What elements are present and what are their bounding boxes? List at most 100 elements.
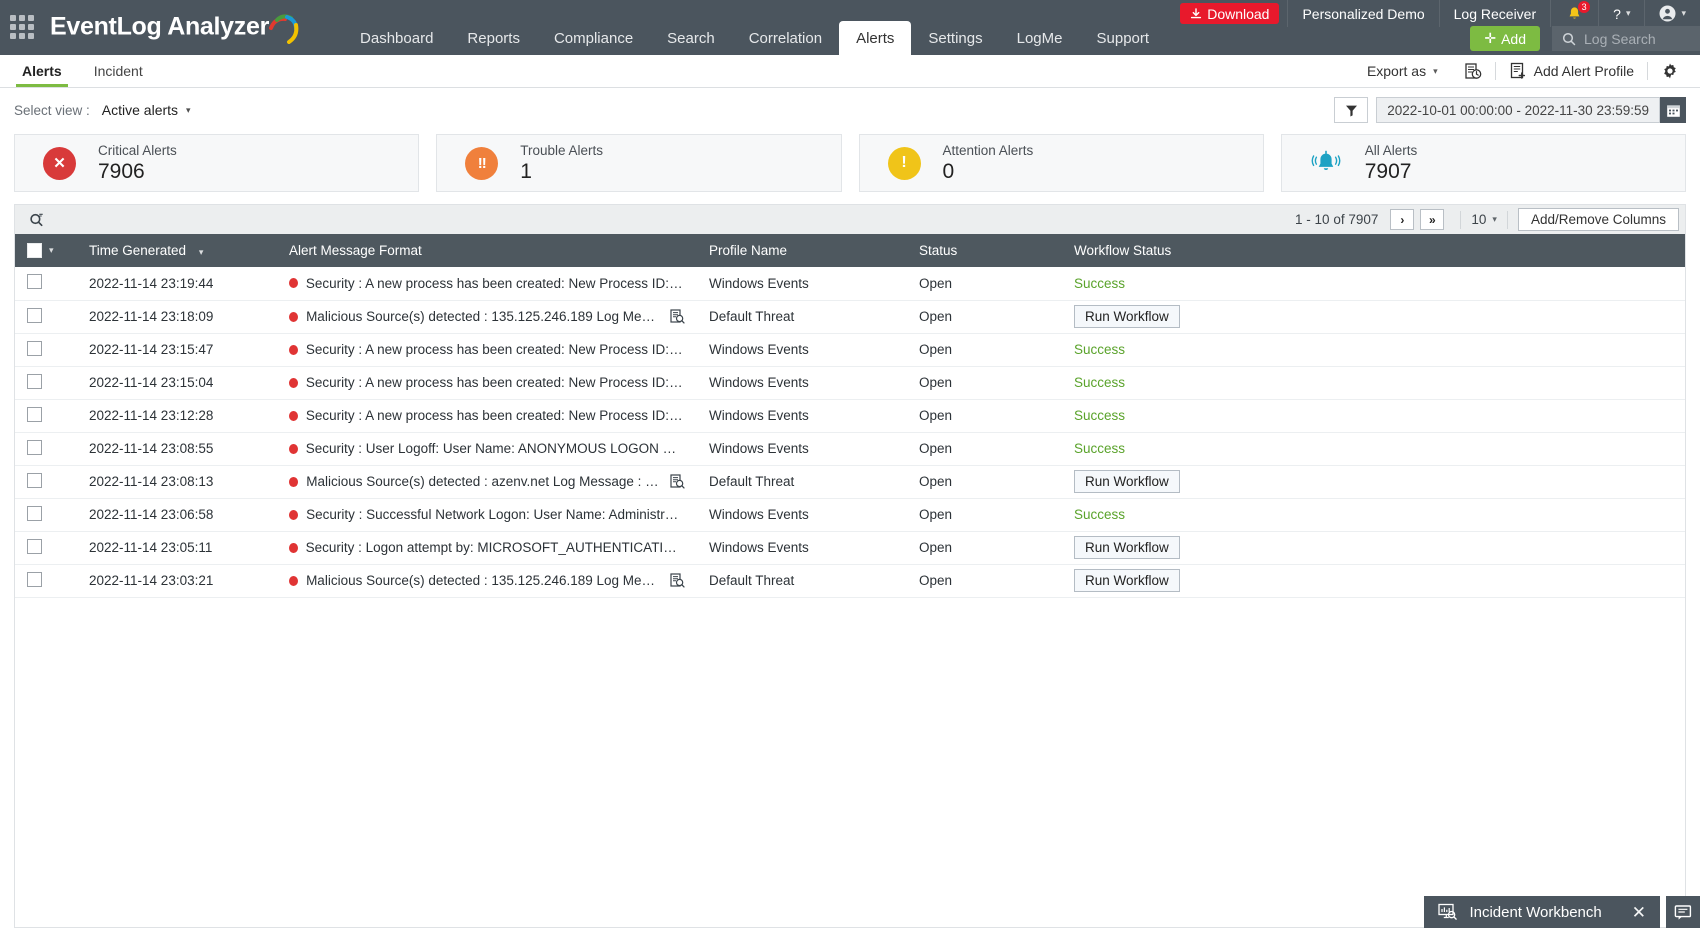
nav-item-reports[interactable]: Reports [450,21,537,55]
run-workflow-button[interactable]: Run Workflow [1074,305,1180,328]
export-as-button[interactable]: Export as ▾ [1354,60,1451,82]
row-checkbox[interactable] [27,340,42,356]
log-receiver-link[interactable]: Log Receiver [1438,0,1551,27]
header-time-generated[interactable]: Time Generated ▾ [77,234,277,267]
sort-descending-icon[interactable]: ▾ [199,247,204,257]
account-menu[interactable]: ▾ [1644,0,1700,27]
row-select-cell[interactable] [15,465,77,499]
table-row[interactable]: 2022-11-14 23:12:28 Security : A new proc… [15,399,1685,433]
select-view-dropdown[interactable]: Active alerts ▾ [102,102,191,118]
cell-alert-message[interactable]: Security : A new process has been create… [277,333,697,367]
log-search-box[interactable]: Log Search [1552,26,1700,51]
cell-alert-message[interactable]: Malicious Source(s) detected : azenv.net… [277,465,697,499]
run-workflow-button[interactable]: Run Workflow [1074,569,1180,592]
row-select-cell[interactable] [15,333,77,367]
table-row[interactable]: 2022-11-14 23:08:13 Malicious Source(s) d… [15,465,1685,499]
row-select-cell[interactable] [15,564,77,598]
row-checkbox[interactable] [27,538,42,554]
row-select-cell[interactable] [15,498,77,532]
schedule-report-button[interactable] [1451,60,1495,82]
last-page-button[interactable]: » [1420,209,1445,230]
cell-workflow-status[interactable]: Run Workflow [1062,300,1685,334]
card-attention-alerts[interactable]: ! Attention Alerts 0 [858,134,1264,192]
add-button[interactable]: ✛ Add [1470,26,1540,51]
nav-item-search[interactable]: Search [650,21,732,55]
nav-item-logme[interactable]: LogMe [1000,21,1080,55]
row-select-cell[interactable] [15,432,77,466]
cell-workflow-status[interactable]: Run Workflow [1062,531,1685,565]
cell-workflow-status[interactable]: Run Workflow [1062,465,1685,499]
select-all-group[interactable]: ▾ [27,243,65,258]
header-profile-name[interactable]: Profile Name [697,234,907,267]
nav-item-dashboard[interactable]: Dashboard [343,21,450,55]
header-alert-message-format[interactable]: Alert Message Format [277,234,697,267]
cell-alert-message[interactable]: Malicious Source(s) detected : 135.125.2… [277,300,697,334]
nav-item-settings[interactable]: Settings [911,21,999,55]
table-row[interactable]: 2022-11-14 23:19:44 Security : A new proc… [15,267,1685,301]
add-alert-profile-button[interactable]: Add Alert Profile [1496,60,1647,82]
settings-gear-button[interactable] [1648,60,1692,82]
card-critical-alerts[interactable]: ✕ Critical Alerts 7906 [14,134,420,192]
notifications-button[interactable]: 3 [1550,0,1598,27]
row-checkbox[interactable] [27,439,42,455]
select-all-checkbox[interactable] [27,243,42,258]
card-all-alerts[interactable]: All Alerts 7907 [1280,134,1686,192]
row-select-cell[interactable] [15,267,77,301]
row-select-cell[interactable] [15,531,77,565]
table-search-icon[interactable] [21,212,53,228]
cell-alert-message[interactable]: Security : User Logoff: User Name: ANONY… [277,432,697,466]
cell-alert-message[interactable]: Security : A new process has been create… [277,267,697,301]
view-log-message-icon[interactable] [670,309,685,324]
filter-button[interactable] [1334,97,1369,123]
card-trouble-alerts[interactable]: !! Trouble Alerts 1 [436,134,842,192]
nav-item-correlation[interactable]: Correlation [732,21,839,55]
chevron-down-icon[interactable]: ▾ [49,245,54,256]
cell-alert-message[interactable]: Security : Logon attempt by: MICROSOFT_A… [277,531,697,565]
run-workflow-button[interactable]: Run Workflow [1074,470,1180,493]
page-size-dropdown[interactable]: 10 ▾ [1471,212,1497,227]
close-icon[interactable]: ✕ [1614,904,1646,921]
chat-button[interactable] [1666,896,1700,928]
download-button[interactable]: Download [1180,3,1280,24]
table-row[interactable]: 2022-11-14 23:15:47 Security : A new proc… [15,333,1685,367]
cell-alert-message[interactable]: Security : Successful Network Logon: Use… [277,498,697,532]
next-page-button[interactable]: › [1390,209,1415,230]
apps-grid-icon[interactable] [10,14,36,41]
table-row[interactable]: 2022-11-14 23:18:09 Malicious Source(s) d… [15,300,1685,334]
row-checkbox[interactable] [27,274,42,290]
row-checkbox[interactable] [27,505,42,521]
date-range-input[interactable]: 2022-10-01 00:00:00 - 2022-11-30 23:59:5… [1376,97,1660,123]
cell-workflow-status[interactable]: Run Workflow [1062,564,1685,598]
row-checkbox[interactable] [27,373,42,389]
table-row[interactable]: 2022-11-14 23:05:11 Security : Logon atte… [15,531,1685,565]
table-row[interactable]: 2022-11-14 23:03:21 Malicious Source(s) d… [15,564,1685,598]
cell-alert-message[interactable]: Malicious Source(s) detected : 135.125.2… [277,564,697,598]
personalized-demo-link[interactable]: Personalized Demo [1287,0,1438,27]
help-menu[interactable]: ? ▾ [1598,0,1644,27]
header-select-all[interactable]: ▾ [15,234,77,267]
table-row[interactable]: 2022-11-14 23:06:58 Security : Successful… [15,498,1685,532]
row-checkbox[interactable] [27,571,42,587]
nav-item-alerts[interactable]: Alerts [839,21,912,55]
row-checkbox[interactable] [27,406,42,422]
view-log-message-icon[interactable] [670,573,685,588]
row-checkbox[interactable] [27,307,42,323]
run-workflow-button[interactable]: Run Workflow [1074,536,1180,559]
calendar-picker-button[interactable] [1660,97,1686,123]
table-row[interactable]: 2022-11-14 23:15:04 Security : A new proc… [15,366,1685,400]
incident-workbench-panel[interactable]: Incident Workbench ✕ [1424,896,1660,928]
row-select-cell[interactable] [15,399,77,433]
row-select-cell[interactable] [15,300,77,334]
tab-alerts[interactable]: Alerts [6,55,78,87]
header-status[interactable]: Status [907,234,1062,267]
table-row[interactable]: 2022-11-14 23:08:55 Security : User Logof… [15,432,1685,466]
header-workflow-status[interactable]: Workflow Status [1062,234,1685,267]
nav-item-compliance[interactable]: Compliance [537,21,650,55]
row-checkbox[interactable] [27,472,42,488]
tab-incident[interactable]: Incident [78,55,159,87]
add-remove-columns-button[interactable]: Add/Remove Columns [1517,208,1679,231]
view-log-message-icon[interactable] [670,474,685,489]
cell-alert-message[interactable]: Security : A new process has been create… [277,399,697,433]
cell-alert-message[interactable]: Security : A new process has been create… [277,366,697,400]
nav-item-support[interactable]: Support [1080,21,1167,55]
